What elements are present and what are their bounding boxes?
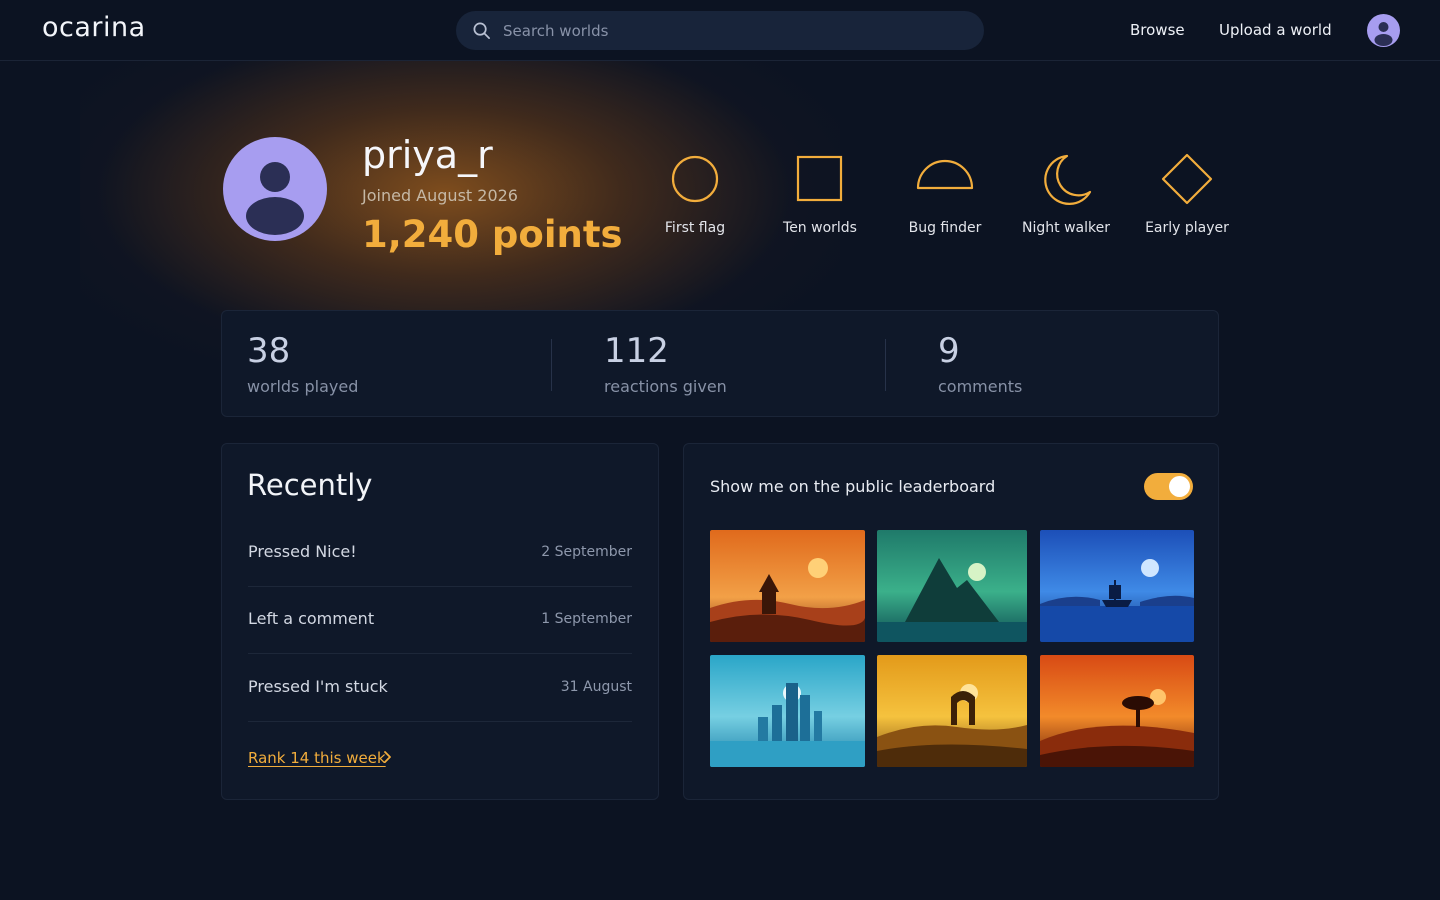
stat-value: 112 [604, 331, 669, 371]
activity-text: Left a comment [248, 609, 375, 628]
search-input[interactable] [503, 21, 963, 40]
mountain-landscape-image [877, 530, 1027, 642]
badge-label: Ten worlds [783, 220, 857, 236]
stat-reactions-given: 112 reactions given [604, 331, 727, 396]
user-icon [246, 162, 304, 235]
leaderboard-toggle[interactable] [1144, 473, 1193, 500]
stat-comments: 9 comments [938, 331, 1022, 396]
profile-avatar [223, 137, 327, 241]
activity-row: Pressed I'm stuck 31 August [248, 655, 632, 722]
moon-icon [1044, 154, 1092, 205]
stat-label: worlds played [247, 377, 359, 396]
world-thumbnail-mountain[interactable] [877, 530, 1027, 642]
ship-seascape-image [1040, 530, 1194, 642]
tree-landscape-image [1040, 655, 1194, 767]
stat-label: comments [938, 377, 1023, 396]
badge-night-walker[interactable]: Night walker [1006, 150, 1126, 236]
activity-date: 2 September [541, 544, 632, 560]
world-thumbnail-tower[interactable] [710, 530, 865, 642]
top-bar: ocarina Browse Upload a world [0, 0, 1440, 61]
square-icon [796, 155, 843, 202]
user-icon [1374, 22, 1393, 46]
leaderboard-toggle-label: Show me on the public leaderboard [710, 477, 996, 496]
rank-link[interactable]: Rank 14 this week [248, 749, 386, 767]
world-thumbnail-city[interactable] [710, 655, 865, 767]
world-thumbnail-tree[interactable] [1040, 655, 1194, 767]
stat-label: reactions given [604, 377, 727, 396]
search-bar[interactable] [456, 11, 984, 50]
badge-bug-finder[interactable]: Bug finder [885, 150, 1005, 236]
nav-upload-link[interactable]: Upload a world [1219, 21, 1332, 39]
world-thumbnail-arch[interactable] [877, 655, 1027, 767]
stat-value: 38 [247, 331, 291, 371]
badge-label: Night walker [1022, 220, 1110, 236]
recent-title: Recently [247, 468, 373, 502]
badge-label: Early player [1145, 220, 1229, 236]
arch-landscape-image [877, 655, 1027, 767]
badge-label: Bug finder [908, 220, 982, 236]
user-avatar-button[interactable] [1367, 14, 1400, 47]
badge-label: First flag [664, 220, 726, 236]
profile-points: 1,240 points [362, 213, 623, 256]
stat-worlds-played: 38 worlds played [247, 331, 358, 396]
activity-text: Pressed Nice! [248, 542, 357, 561]
half-circle-icon [916, 159, 974, 190]
nav-browse-link[interactable]: Browse [1130, 21, 1185, 39]
world-thumbnail-ship[interactable] [1040, 530, 1194, 642]
recent-activity-panel: Recently Pressed Nice! 2 September Left … [221, 443, 659, 800]
badge-early-player[interactable]: Early player [1127, 150, 1247, 236]
activity-row: Left a comment 1 September [248, 587, 632, 654]
toggle-knob [1169, 476, 1190, 497]
stat-divider [885, 339, 886, 391]
badge-ten-worlds[interactable]: Ten worlds [760, 150, 880, 236]
tower-landscape-image [710, 530, 865, 642]
profile-joined-date: Joined August 2026 [362, 186, 518, 205]
activity-date: 1 September [541, 611, 632, 627]
activity-date: 31 August [560, 679, 632, 695]
city-landscape-image [710, 655, 865, 767]
profile-username: priya_r [362, 133, 493, 177]
badge-first-flag[interactable]: First flag [635, 150, 755, 236]
activity-text: Pressed I'm stuck [248, 677, 388, 696]
leaderboard-panel: Show me on the public leaderboard [683, 443, 1219, 800]
diamond-icon [1161, 153, 1213, 205]
activity-row: Pressed Nice! 2 September [248, 520, 632, 587]
stats-bar: 38 worlds played 112 reactions given 9 c… [221, 310, 1219, 417]
circle-icon [671, 155, 719, 203]
stat-divider [551, 339, 552, 391]
chevron-right-icon[interactable] [382, 750, 394, 764]
stat-value: 9 [938, 331, 960, 371]
app-logo[interactable]: ocarina [42, 12, 146, 43]
search-icon [473, 22, 490, 39]
